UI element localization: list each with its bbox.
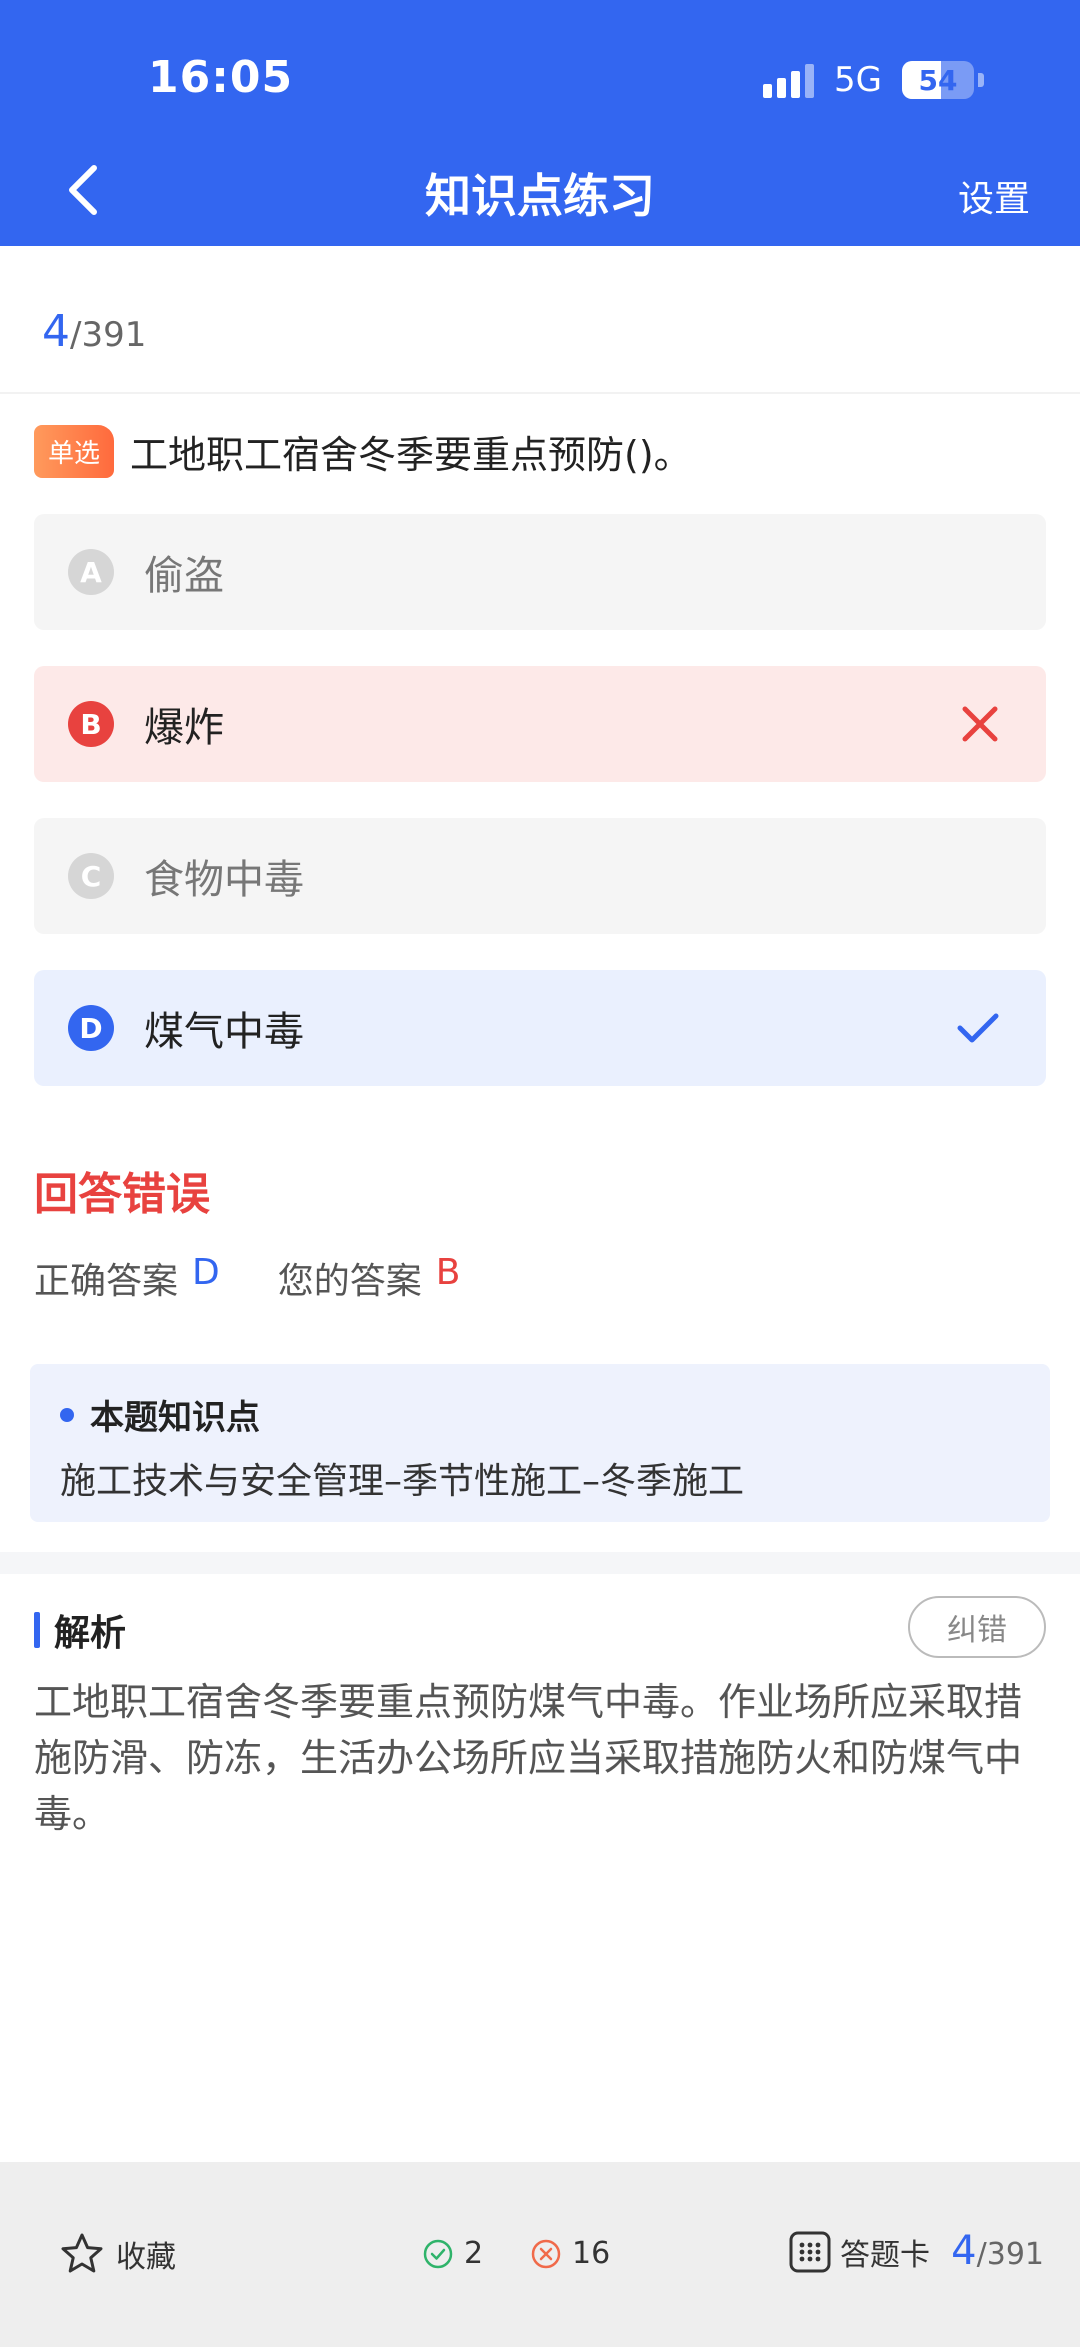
question-type-tag: 单选 (34, 425, 115, 478)
section-divider (0, 1552, 1080, 1574)
bottom-question-counter: 4/391 (951, 2228, 1044, 2274)
knowledge-point-title: 本题知识点 (60, 1390, 260, 1439)
battery-icon: 54 (902, 61, 974, 99)
report-error-button[interactable]: 纠错 (908, 1596, 1046, 1658)
bottom-toolbar: 收藏 2 16 答题卡 4/391 (0, 2162, 1080, 2347)
analysis-text: 工地职工宿舍冬季要重点预防煤气中毒。作业场所应采取措施防滑、防冻，生活办公场所应… (34, 1680, 1023, 1836)
wrong-x-icon (962, 706, 998, 742)
option-letter: D (68, 1005, 114, 1051)
option-text: 爆炸 (144, 705, 224, 751)
option-text: 偷盗 (144, 553, 224, 599)
analysis-label: 解析 (54, 1613, 127, 1654)
battery-level: 54 (918, 63, 958, 97)
favorite-label: 收藏 (116, 2240, 176, 2275)
correct-answer-value: D (192, 1252, 220, 1293)
result-title: 回答错误 (34, 1169, 210, 1220)
network-type: 5G (834, 60, 882, 100)
option-c[interactable]: C 食物中毒 (34, 818, 1046, 934)
option-b[interactable]: B 爆炸 (34, 666, 1046, 782)
settings-button[interactable]: 设置 (958, 170, 1030, 222)
right-count: 2 (422, 2236, 483, 2271)
question-row: 单选 工地职工宿舍冬季要重点预防()。 (34, 424, 692, 479)
accent-bar (34, 1612, 40, 1648)
status-time: 16:05 (148, 52, 294, 103)
option-letter: C (68, 853, 114, 899)
wrong-count: 16 (530, 2236, 610, 2271)
option-letter: A (68, 549, 114, 595)
status-icons: 5G 54 (763, 56, 984, 104)
current-index: 4 (42, 306, 70, 357)
question-text: 工地职工宿舍冬季要重点预防()。 (130, 433, 692, 477)
bottom-total-count: /391 (976, 2237, 1044, 2272)
check-icon (957, 1013, 999, 1043)
check-circle-icon (423, 2239, 453, 2268)
correct-answer-label: 正确答案 (34, 1261, 179, 1302)
signal-icon (763, 62, 815, 98)
knowledge-point-box: 本题知识点 施工技术与安全管理–季节性施工–冬季施工 (30, 1364, 1050, 1522)
option-text: 煤气中毒 (144, 1009, 304, 1055)
answer-summary: 正确答案 D 您的答案 B (34, 1252, 460, 1304)
knowledge-point-text: 施工技术与安全管理–季节性施工–冬季施工 (60, 1461, 745, 1502)
total-count: /391 (70, 315, 147, 355)
page-title: 知识点练习 (425, 169, 655, 223)
grid-icon (789, 2231, 831, 2273)
question-counter: 4/391 (42, 306, 146, 357)
your-answer-label: 您的答案 (277, 1261, 422, 1302)
star-icon (61, 2233, 103, 2273)
option-a[interactable]: A 偷盗 (34, 514, 1046, 630)
your-answer-value: B (435, 1252, 461, 1293)
answer-card-label: 答题卡 (840, 2238, 930, 2273)
option-d[interactable]: D 煤气中毒 (34, 970, 1046, 1086)
option-text: 食物中毒 (144, 857, 304, 903)
favorite-button[interactable]: 收藏 (60, 2232, 176, 2276)
option-letter: B (68, 701, 114, 747)
x-circle-icon (531, 2239, 561, 2268)
answer-card-button[interactable]: 答题卡 (788, 2230, 930, 2274)
bullet-dot-icon (60, 1407, 74, 1422)
bottom-current-index: 4 (951, 2228, 977, 2274)
analysis-header: 解析 (34, 1604, 126, 1656)
app-header: 16:05 5G 54 知识点练习 设置 (0, 0, 1080, 246)
divider (0, 392, 1080, 394)
battery-nub (978, 73, 984, 87)
